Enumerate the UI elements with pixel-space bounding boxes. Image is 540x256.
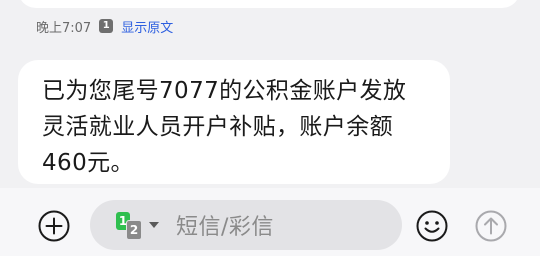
message-input-field[interactable]: 1 2 短信/彩信	[90, 200, 402, 250]
show-original-link[interactable]: 显示原文	[121, 17, 173, 36]
message-bubble[interactable]: 已为您尾号7077的公积金账户发放 灵活就业人员开户补贴，账户余额 460元。	[18, 60, 450, 184]
emoji-button[interactable]	[412, 206, 452, 246]
sim-card-badge: 1	[99, 19, 114, 33]
compose-bar: 1 2 短信/彩信	[0, 188, 540, 256]
smiley-icon	[416, 210, 448, 242]
send-button[interactable]	[471, 206, 511, 246]
sim-2-icon: 2	[126, 220, 142, 240]
caret-down-icon[interactable]	[148, 219, 162, 231]
message-timestamp: 晚上7:07	[36, 20, 92, 36]
sim-selector[interactable]: 1 2	[114, 210, 144, 240]
send-arrow-up-icon	[475, 210, 507, 242]
plus-circle-icon	[38, 210, 70, 242]
message-meta-row: 晚上7:07 1 显示原文	[36, 16, 173, 36]
message-text: 已为您尾号7077的公积金账户发放 灵活就业人员开户补贴，账户余额 460元。	[42, 78, 407, 176]
compose-placeholder: 短信/彩信	[176, 215, 274, 240]
previous-message-bubble	[18, 0, 520, 8]
add-attachment-button[interactable]	[34, 206, 74, 246]
